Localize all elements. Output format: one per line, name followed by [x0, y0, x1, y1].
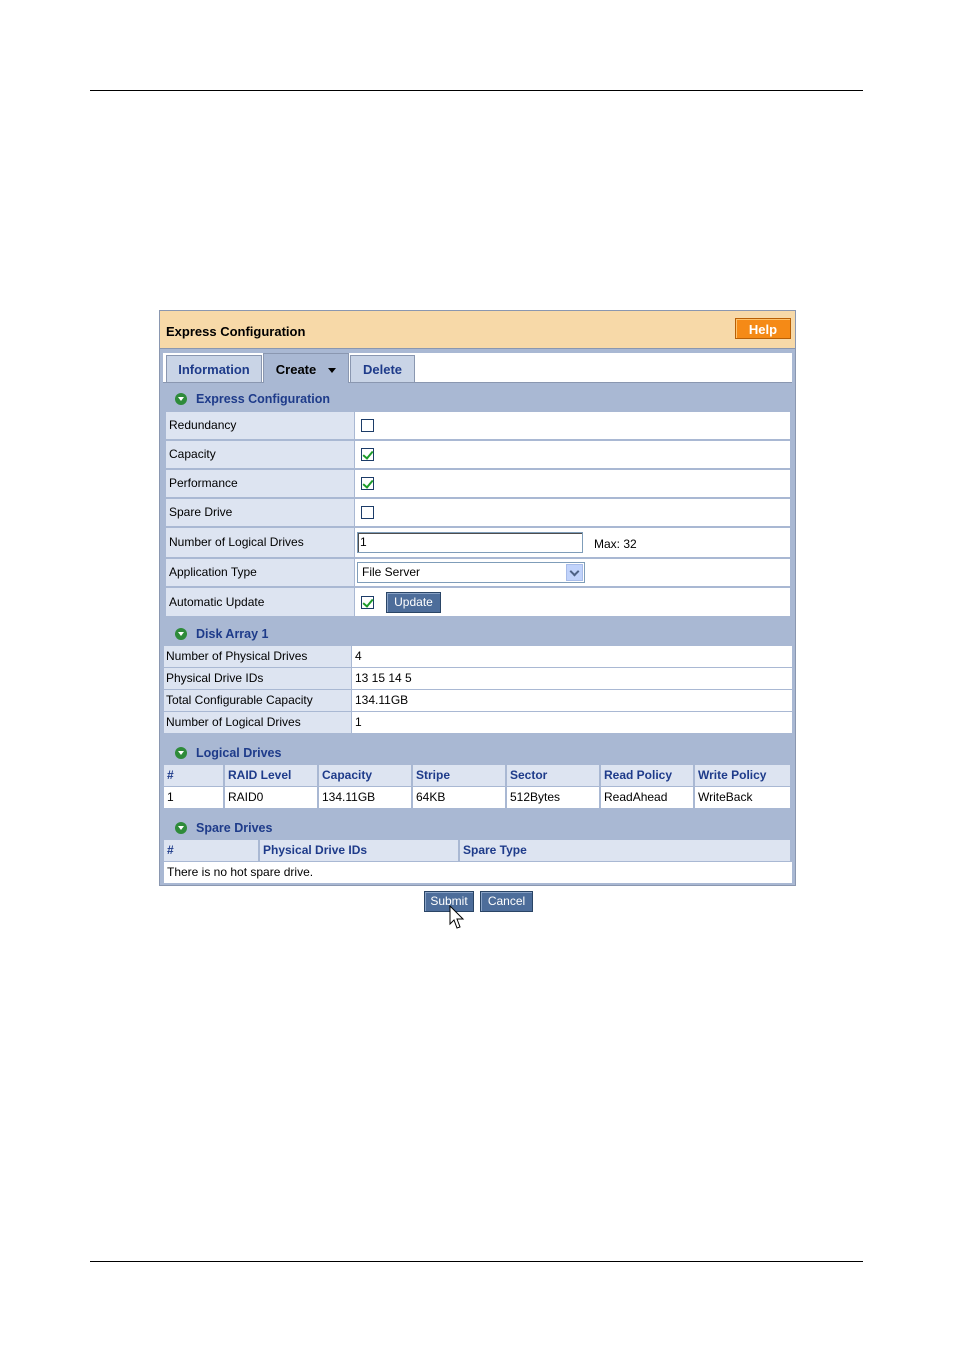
column-header: Physical Drive IDs [263, 843, 368, 857]
tab-bar: Information Create Delete [163, 353, 792, 383]
performance-checkbox[interactable] [361, 477, 374, 490]
column-header: Read Policy [604, 768, 673, 782]
disk-array-row: Physical Drive IDs 13 15 14 5 [164, 668, 792, 689]
table-cell: RAID0 [228, 790, 264, 804]
total-capacity-value: 134.11GB [355, 693, 409, 707]
tab-delete[interactable]: Delete [350, 355, 415, 382]
application-type-select[interactable]: File Server [357, 562, 585, 583]
chevron-down-icon[interactable] [328, 368, 337, 374]
tab-information[interactable]: Information [166, 355, 262, 382]
column-header: Write Policy [698, 768, 767, 782]
spare-drives-header-row: # Physical Drive IDs Spare Type [164, 840, 792, 861]
tab-delete-label: Delete [362, 362, 403, 377]
logical-drives-count-value: 1 [355, 715, 362, 729]
section-header-spare-drives[interactable]: Spare Drives [163, 817, 792, 839]
mouse-pointer-icon [449, 905, 465, 929]
express-configuration-panel: Express Configuration Help Information C… [159, 310, 796, 886]
collapse-icon[interactable] [175, 393, 187, 405]
column-header: Spare Type [463, 843, 527, 857]
spare-drives-empty-row: There is no hot spare drive. [164, 862, 792, 883]
table-cell: 64KB [416, 790, 446, 804]
row-redundancy: Redundancy [166, 412, 790, 439]
spare-drive-label: Spare Drive [169, 505, 233, 519]
tab-information-label: Information [178, 362, 250, 377]
disk-array-row: Total Configurable Capacity 134.11GB [164, 690, 792, 711]
capacity-checkbox[interactable] [361, 448, 374, 461]
collapse-icon[interactable] [175, 747, 187, 759]
row-automatic-update: Automatic Update Update [166, 588, 790, 616]
panel-header: Express Configuration Help [160, 311, 795, 349]
collapse-icon[interactable] [175, 822, 187, 834]
dropdown-arrow-icon[interactable] [566, 564, 583, 581]
table-cell: 1 [167, 790, 174, 804]
physical-drives-count-value: 4 [355, 649, 362, 663]
redundancy-label: Redundancy [169, 418, 237, 432]
table-cell: 512Bytes [510, 790, 561, 804]
cancel-button[interactable]: Cancel [480, 891, 533, 912]
section-title: Express Configuration [196, 392, 331, 406]
row-number-of-logical-drives: Number of Logical Drives 1 Max: 32 [166, 528, 790, 557]
max-logical-drives-text: Max: 32 [594, 537, 637, 551]
spare-drive-checkbox[interactable] [361, 506, 374, 519]
disk-array-row: Number of Physical Drives 4 [164, 646, 792, 667]
collapse-icon[interactable] [175, 628, 187, 640]
table-cell: ReadAhead [604, 790, 668, 804]
bottom-rule [90, 1261, 863, 1262]
application-type-label: Application Type [169, 565, 257, 579]
total-capacity-label: Total Configurable Capacity [166, 693, 313, 707]
capacity-label: Capacity [169, 447, 216, 461]
update-button[interactable]: Update [386, 592, 441, 613]
section-title: Disk Array 1 [196, 627, 269, 641]
help-button[interactable]: Help [735, 318, 791, 339]
table-cell: WriteBack [698, 790, 753, 804]
column-header: # [167, 843, 174, 857]
automatic-update-label: Automatic Update [169, 595, 265, 609]
physical-drive-ids-value: 13 15 14 5 [355, 671, 412, 685]
column-header: Capacity [322, 768, 373, 782]
section-title: Spare Drives [196, 821, 273, 835]
column-header: Sector [510, 768, 548, 782]
table-cell: 134.11GB [322, 790, 376, 804]
table-row[interactable]: 1 RAID0 134.11GB 64KB 512Bytes ReadAhead… [164, 787, 792, 808]
physical-drive-ids-label: Physical Drive IDs [166, 671, 264, 685]
number-of-logical-drives-label: Number of Logical Drives [169, 535, 304, 549]
section-title: Logical Drives [196, 746, 282, 760]
redundancy-checkbox[interactable] [361, 419, 374, 432]
row-spare-drive: Spare Drive [166, 499, 790, 526]
physical-drives-count-label: Number of Physical Drives [166, 649, 308, 663]
section-header-logical-drives[interactable]: Logical Drives [163, 742, 792, 764]
section-header-express-configuration[interactable]: Express Configuration [163, 388, 792, 410]
logical-drives-count-label: Number of Logical Drives [166, 715, 301, 729]
disk-array-row: Number of Logical Drives 1 [164, 712, 792, 733]
column-header: Stripe [416, 768, 451, 782]
automatic-update-checkbox[interactable] [361, 596, 374, 609]
logical-drives-header-row: # RAID Level Capacity Stripe Sector Read… [164, 765, 792, 786]
row-application-type: Application Type File Server [166, 559, 790, 586]
tab-create-label: Create [275, 362, 317, 377]
no-spare-drive-text: There is no hot spare drive. [167, 865, 314, 879]
column-header: # [167, 768, 174, 782]
row-performance: Performance [166, 470, 790, 497]
tab-create[interactable]: Create [263, 353, 349, 383]
row-capacity: Capacity [166, 441, 790, 468]
panel-body: Information Create Delete Express Config… [163, 353, 792, 883]
performance-label: Performance [169, 476, 238, 490]
top-rule [90, 90, 863, 91]
panel-title: Express Configuration [166, 324, 306, 339]
section-header-disk-array[interactable]: Disk Array 1 [163, 623, 792, 645]
number-of-logical-drives-input[interactable]: 1 [357, 532, 583, 553]
column-header: RAID Level [228, 768, 292, 782]
application-type-value: File Server [362, 565, 421, 579]
